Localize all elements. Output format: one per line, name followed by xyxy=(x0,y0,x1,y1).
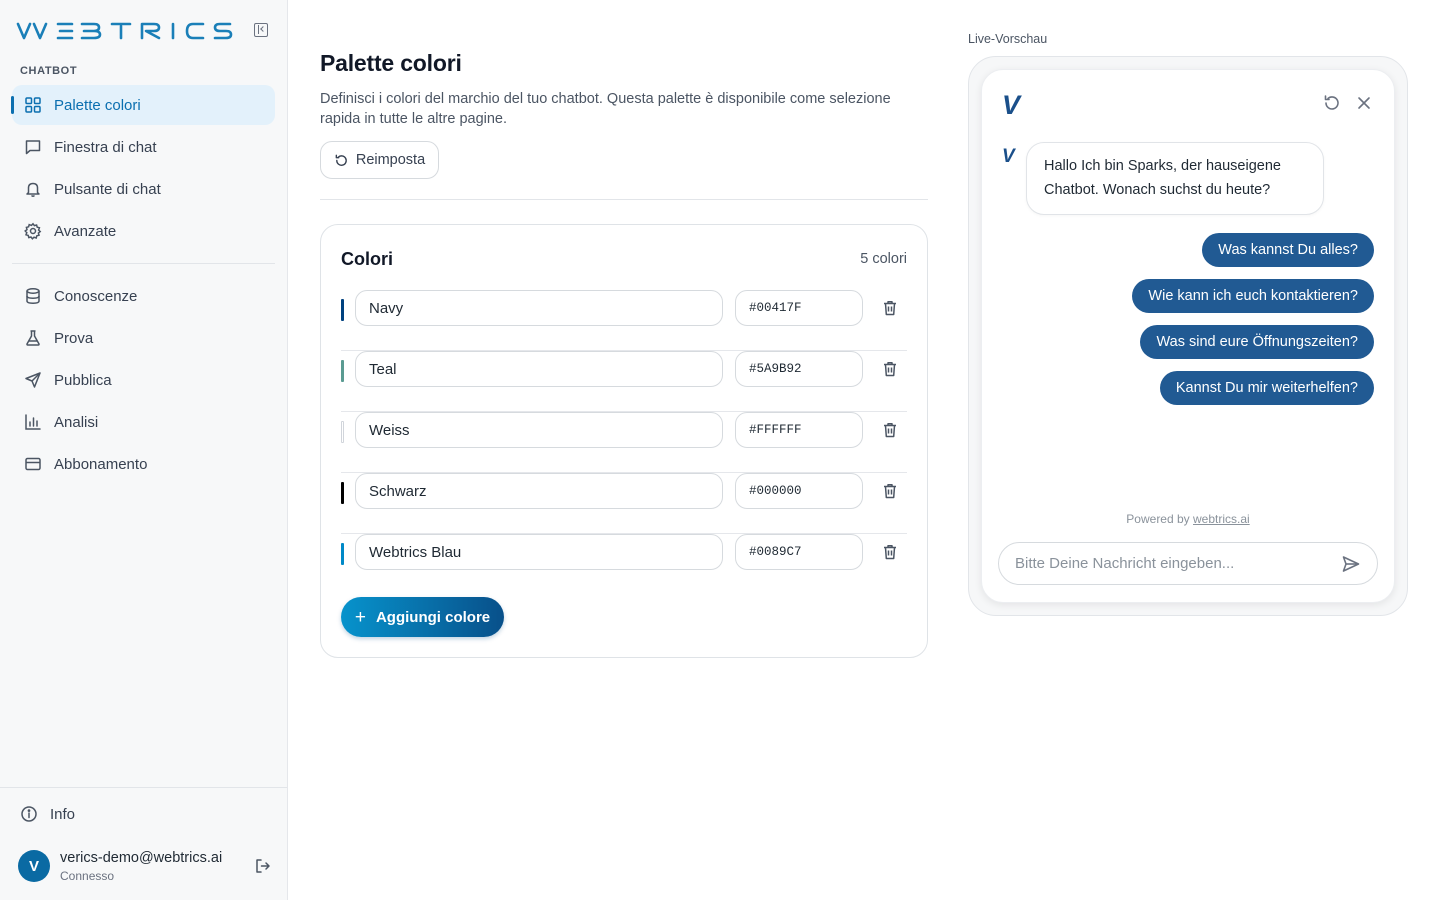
collapse-sidebar-icon[interactable] xyxy=(254,23,268,37)
sidebar-item-pulsante-di-chat[interactable]: Pulsante di chat xyxy=(12,169,275,209)
credit-card-icon xyxy=(24,455,42,473)
add-color-label: Aggiungi colore xyxy=(375,608,491,626)
section-label-chatbot: CHATBOT xyxy=(20,65,78,77)
sidebar-item-label: Avanzate xyxy=(54,222,117,240)
reset-button[interactable]: Reimposta xyxy=(320,141,439,179)
color-row xyxy=(341,351,907,412)
suggestion-chip[interactable]: Wie kann ich euch kontaktieren? xyxy=(1132,279,1374,313)
color-hex-input[interactable] xyxy=(735,412,863,448)
color-name-input[interactable] xyxy=(355,534,723,570)
user-email: verics-demo@webtrics.ai xyxy=(60,850,223,866)
bot-greeting-message: Hallo Ich bin Sparks, der hauseigene Cha… xyxy=(1026,142,1324,215)
logo-row xyxy=(16,18,272,44)
color-row xyxy=(341,290,907,351)
flask-icon xyxy=(24,329,42,347)
color-swatch xyxy=(341,360,344,382)
logo-wordmark xyxy=(16,22,233,40)
trash-icon[interactable] xyxy=(881,299,899,317)
color-hex-input[interactable] xyxy=(735,534,863,570)
sidebar-item-label: Abbonamento xyxy=(54,455,148,473)
refresh-icon[interactable] xyxy=(1322,93,1342,113)
sidebar-divider xyxy=(12,263,275,264)
preview-label: Live-Vorschau xyxy=(968,32,1048,46)
trash-icon[interactable] xyxy=(881,360,899,378)
chat-bubble-icon xyxy=(24,138,42,156)
sidebar-item-analisi[interactable]: Analisi xyxy=(12,402,275,442)
color-name-input[interactable] xyxy=(355,290,723,326)
suggestion-chip[interactable]: Was kannst Du alles? xyxy=(1202,233,1374,267)
color-count: 5 colori xyxy=(860,251,907,267)
color-swatch xyxy=(341,482,344,504)
webtrics-logo xyxy=(16,18,248,49)
sidebar: CHATBOT Palette colori Finestra di chat … xyxy=(0,0,288,900)
sidebar-item-label: Conoscenze xyxy=(54,287,138,305)
chat-message-input[interactable] xyxy=(1015,543,1335,584)
sidebar-item-palette-colori[interactable]: Palette colori xyxy=(11,85,275,125)
bell-icon xyxy=(24,180,42,198)
color-name-input[interactable] xyxy=(355,473,723,509)
bar-chart-icon xyxy=(24,413,42,431)
sidebar-item-avanzate[interactable]: Avanzate xyxy=(12,211,275,251)
sidebar-item-abbonamento[interactable]: Abbonamento xyxy=(12,444,275,484)
color-hex-input[interactable] xyxy=(735,290,863,326)
color-swatch xyxy=(341,543,344,565)
send-message-icon[interactable] xyxy=(1341,554,1361,574)
sidebar-item-info[interactable]: Info xyxy=(20,805,75,823)
sidebar-item-label: Prova xyxy=(54,329,94,347)
user-account: V verics-demo@webtrics.ai Connesso xyxy=(18,846,274,886)
trash-icon[interactable] xyxy=(881,482,899,500)
active-indicator xyxy=(11,96,14,114)
colors-card: Colori 5 colori Navy #00417F Teal #5A9B9… xyxy=(320,224,928,658)
color-row xyxy=(341,473,907,534)
suggestion-chip[interactable]: Kannst Du mir weiterhelfen? xyxy=(1159,371,1374,405)
powered-by: Powered by webtrics.ai xyxy=(982,512,1394,526)
add-color-button[interactable]: + Aggiungi colore xyxy=(341,597,504,637)
live-preview: V V Hallo Ich bin Sparks, der hauseigene… xyxy=(968,56,1408,616)
info-icon xyxy=(20,805,38,823)
page-title: Palette colori xyxy=(320,50,462,76)
user-status: Connesso xyxy=(60,869,115,883)
reset-button-label: Reimposta xyxy=(355,152,426,168)
powered-by-link[interactable]: webtrics.ai xyxy=(1193,512,1250,526)
send-icon xyxy=(24,371,42,389)
card-title: Colori xyxy=(341,249,393,269)
color-row xyxy=(341,534,907,595)
color-name-input[interactable] xyxy=(355,351,723,387)
color-swatch xyxy=(341,421,344,443)
logout-icon[interactable] xyxy=(254,857,272,875)
color-row xyxy=(341,412,907,473)
sidebar-item-label: Palette colori xyxy=(54,96,141,114)
close-icon[interactable] xyxy=(1356,95,1372,111)
sidebar-bottom-divider xyxy=(0,787,287,788)
suggestion-chip[interactable]: Was sind eure Öffnungszeiten? xyxy=(1140,325,1374,359)
sidebar-item-prova[interactable]: Prova xyxy=(12,318,275,358)
sidebar-item-label: Analisi xyxy=(54,413,99,431)
info-label: Info xyxy=(50,805,76,823)
trash-icon[interactable] xyxy=(881,543,899,561)
chat-input-container xyxy=(998,542,1378,585)
bot-message-avatar: V xyxy=(1002,146,1015,167)
plus-icon: + xyxy=(354,606,366,628)
reset-icon xyxy=(335,154,347,166)
sidebar-item-label: Pulsante di chat xyxy=(54,180,161,198)
sidebar-item-finestra-di-chat[interactable]: Finestra di chat xyxy=(12,127,275,167)
sidebar-item-conoscenze[interactable]: Conoscenze xyxy=(12,276,275,316)
grid-icon xyxy=(24,96,42,114)
color-name-input[interactable] xyxy=(355,412,723,448)
sidebar-item-pubblica[interactable]: Pubblica xyxy=(12,360,275,400)
database-icon xyxy=(24,287,42,305)
chatbot-logo: V xyxy=(1002,90,1020,120)
avatar[interactable]: V xyxy=(18,850,50,882)
main-divider xyxy=(320,199,928,200)
powered-by-prefix: Powered by xyxy=(1126,512,1193,526)
color-swatch xyxy=(341,299,344,321)
chat-window: V V Hallo Ich bin Sparks, der hauseigene… xyxy=(981,69,1395,603)
color-hex-input[interactable] xyxy=(735,473,863,509)
page-description: Definisci i colori del marchio del tuo c… xyxy=(320,91,891,127)
sidebar-item-label: Finestra di chat xyxy=(54,138,157,156)
trash-icon[interactable] xyxy=(881,421,899,439)
color-hex-input[interactable] xyxy=(735,351,863,387)
gear-icon xyxy=(24,222,42,240)
sidebar-item-label: Pubblica xyxy=(54,371,112,389)
